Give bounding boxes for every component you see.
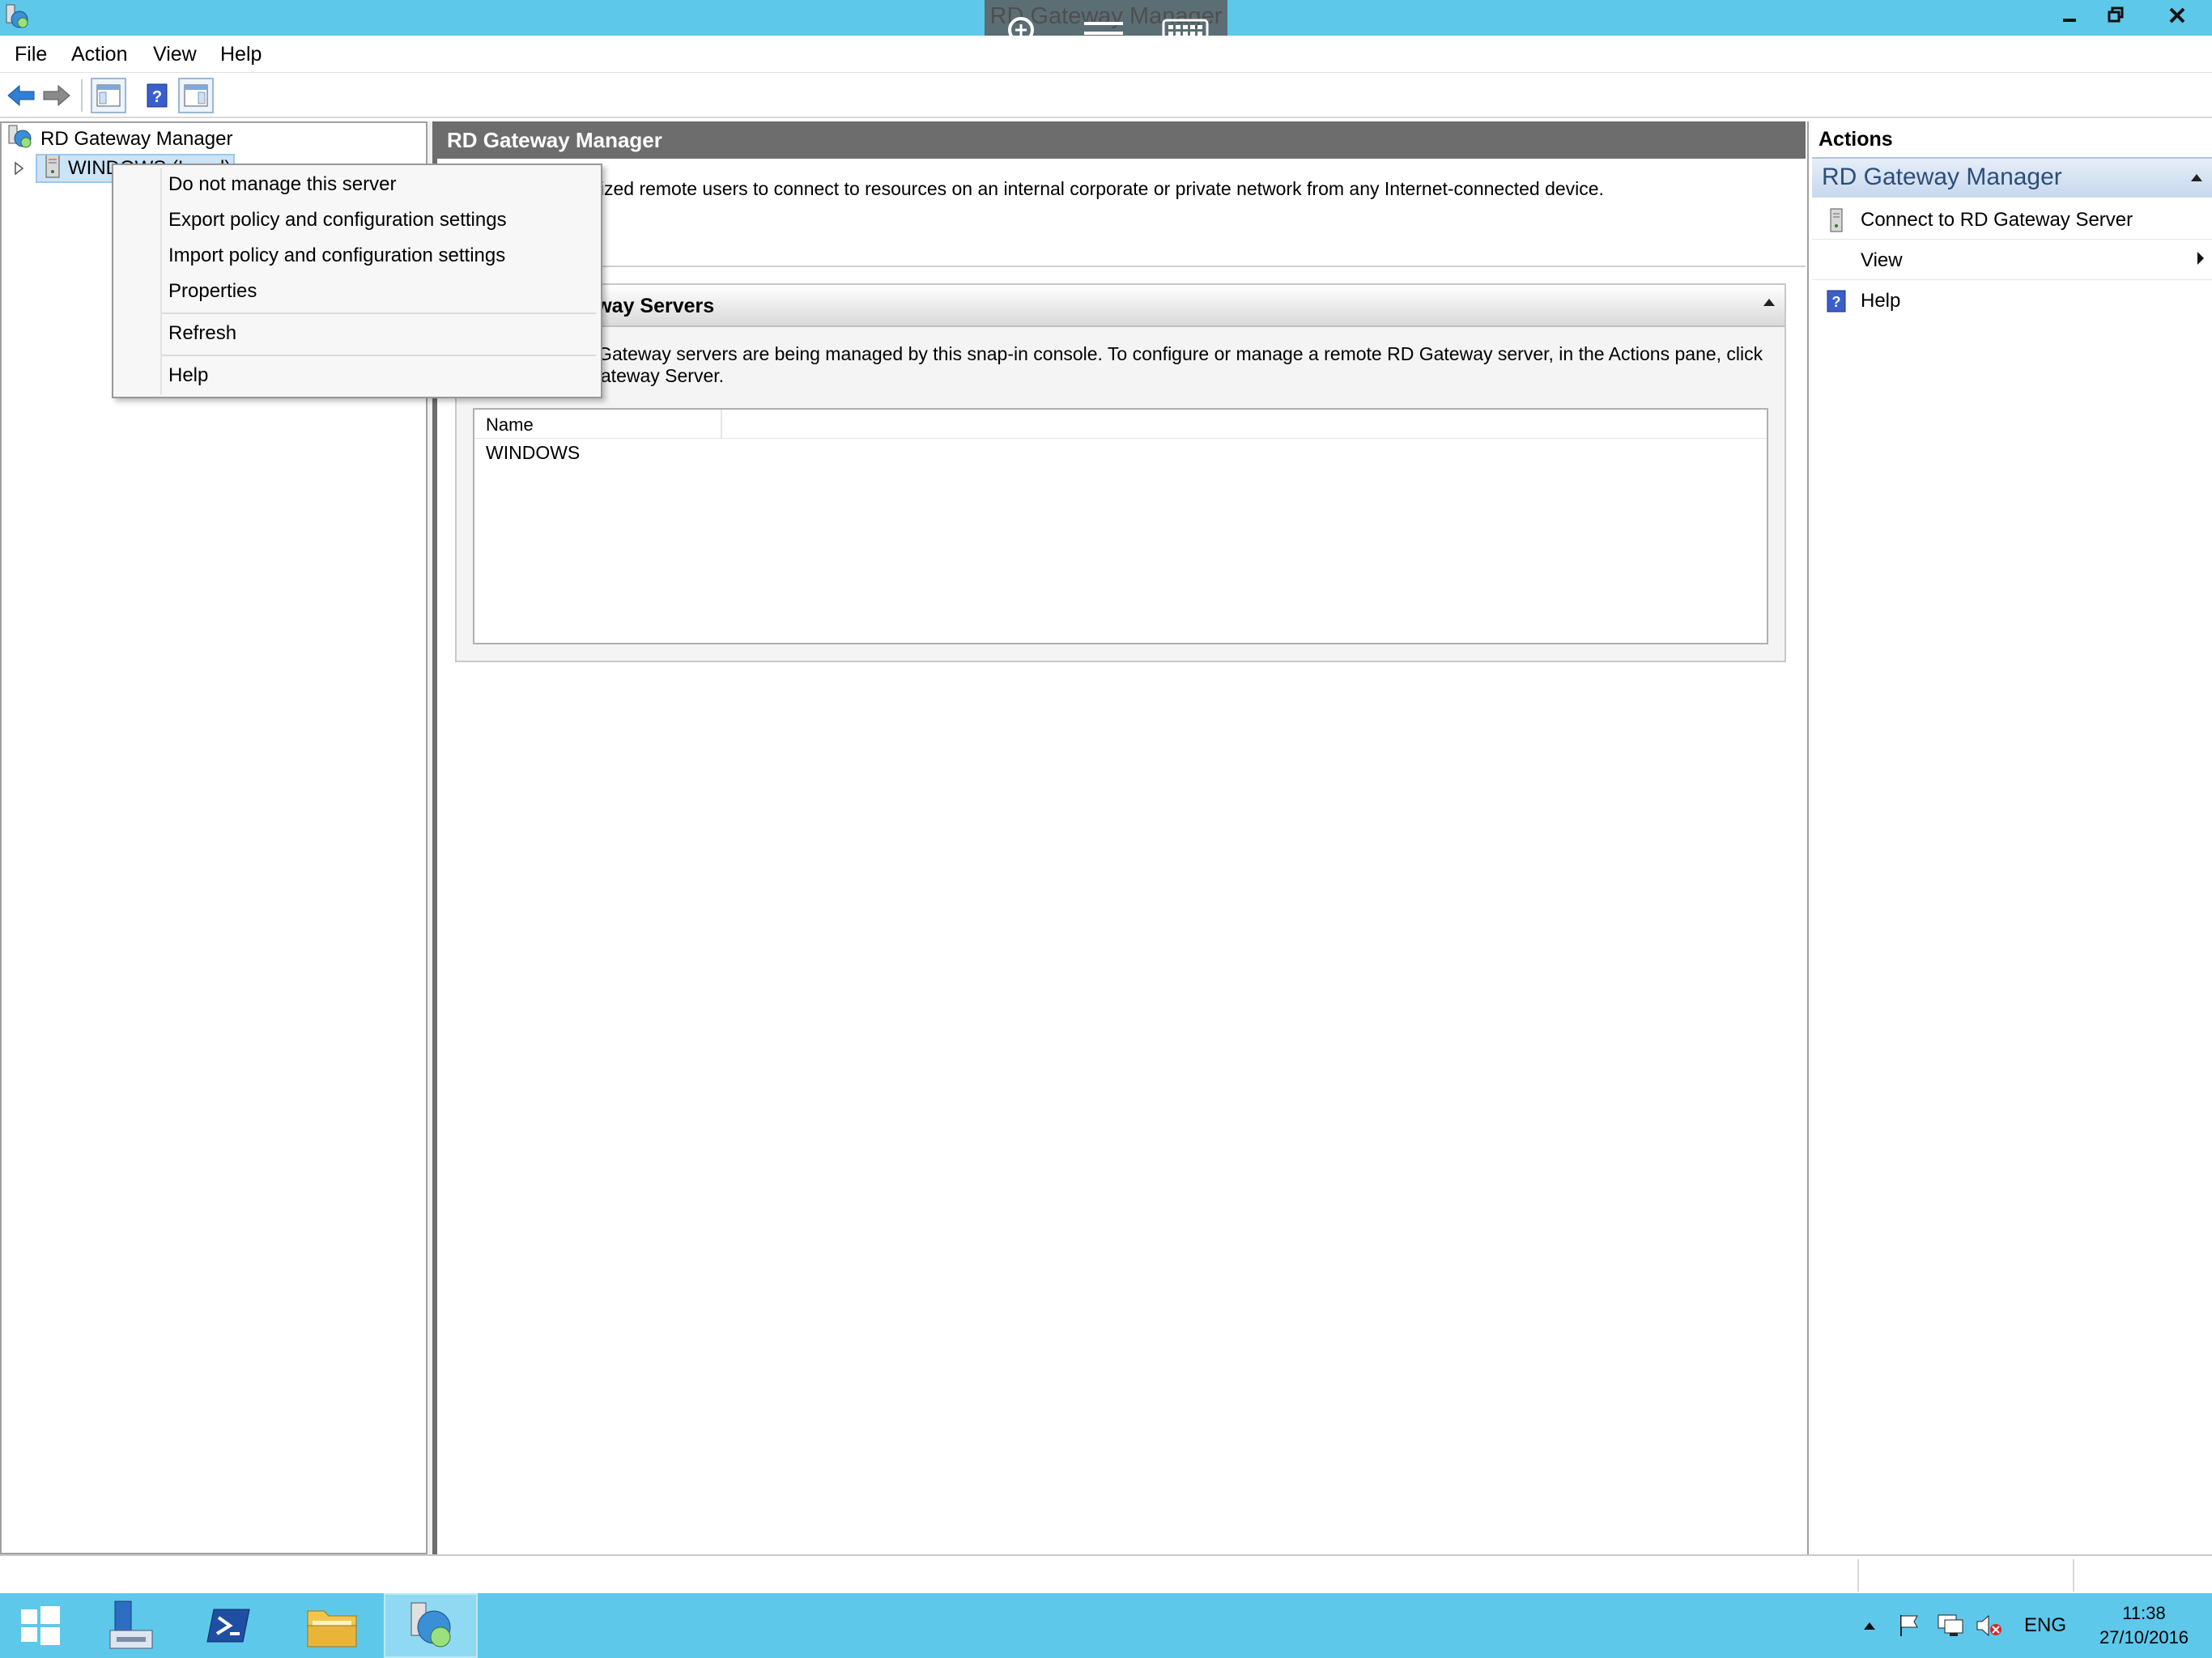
svg-text:?: ? — [152, 88, 162, 106]
action-help[interactable]: ? Help — [1812, 282, 2212, 321]
gateway-description: ay enables authorized remote users to co… — [452, 178, 1604, 199]
action-view[interactable]: View — [1812, 241, 2212, 280]
file-explorer-icon[interactable] — [285, 1593, 379, 1658]
menu-gutter — [160, 168, 162, 395]
menu-item-do-not-manage[interactable]: Do not manage this server — [168, 173, 396, 196]
status-divider — [2073, 1559, 2074, 1592]
collapse-section-icon[interactable] — [1762, 291, 1776, 312]
show-hide-console-tree-button[interactable] — [91, 78, 126, 113]
section-description-line-1: ) Gateway servers are being managed by t… — [586, 343, 1763, 364]
menu-item-import-settings[interactable]: Import policy and configuration settings — [168, 244, 505, 267]
toolbar: ? — [0, 73, 2212, 118]
actions-title: Actions — [1819, 128, 1893, 151]
actions-pane: Actions RD Gateway Manager Connect to RD… — [1807, 121, 2212, 1554]
results-pane-header: RD Gateway Manager — [437, 121, 1806, 159]
description-divider — [437, 266, 1806, 267]
rd-gateway-taskbar-icon[interactable] — [384, 1593, 478, 1658]
server-icon — [44, 155, 62, 181]
action-center-flag-icon[interactable] — [1898, 1593, 1922, 1658]
menu-item-refresh[interactable]: Refresh — [168, 322, 236, 345]
svg-text:?: ? — [1832, 294, 1841, 310]
taskbar: ENG 11:38 27/10/2016 — [0, 1593, 2212, 1658]
results-pane: RD Gateway Manager ay enables authorized… — [432, 121, 1806, 1554]
menu-item-properties[interactable]: Properties — [168, 280, 257, 303]
status-divider — [1857, 1559, 1859, 1592]
list-header: Name — [474, 410, 1767, 439]
show-hide-action-pane-button[interactable] — [178, 78, 214, 113]
list-item[interactable]: WINDOWS — [486, 442, 580, 464]
input-language[interactable]: ENG — [2024, 1593, 2066, 1658]
server-context-menu: Do not manage this server Export policy … — [112, 164, 602, 398]
clock-date: 27/10/2016 — [2099, 1627, 2189, 1647]
start-button[interactable] — [0, 1593, 81, 1658]
title-bar: RD Gateway Manager — [0, 0, 2212, 70]
action-connect-server[interactable]: Connect to RD Gateway Server — [1812, 201, 2212, 240]
section-description-line-2: Gateway Server. — [586, 365, 725, 386]
action-view-label: View — [1861, 249, 1903, 271]
tree-root-label: RD Gateway Manager — [40, 128, 233, 150]
section-header[interactable]: teway Servers — [457, 285, 1784, 327]
rd-gateway-icon — [6, 124, 34, 155]
action-connect-label: Connect to RD Gateway Server — [1861, 208, 2133, 231]
minimize-button[interactable] — [2047, 0, 2092, 31]
menu-item-export-settings[interactable]: Export policy and configuration settings — [168, 209, 507, 232]
server-manager-icon[interactable] — [84, 1593, 178, 1658]
forward-button[interactable] — [39, 78, 74, 113]
menu-action[interactable]: Action — [71, 43, 127, 66]
submenu-arrow-icon — [2196, 250, 2206, 271]
server-icon — [1812, 208, 1861, 232]
tree-item-root[interactable]: RD Gateway Manager — [6, 125, 232, 154]
tree-expand-toggle[interactable] — [13, 154, 26, 183]
section-description: ) Gateway servers are being managed by t… — [586, 343, 1776, 387]
servers-list[interactable]: Name WINDOWS — [473, 408, 1768, 644]
actions-group-label: RD Gateway Manager — [1822, 164, 2062, 190]
menu-file[interactable]: File — [15, 43, 47, 66]
back-button[interactable] — [3, 78, 39, 113]
gateway-servers-section: teway Servers ) Gateway servers are bein… — [455, 283, 1786, 662]
help-icon[interactable]: ? — [139, 78, 175, 113]
system-clock[interactable]: 11:38 27/10/2016 — [2084, 1601, 2204, 1650]
menu-item-help[interactable]: Help — [168, 364, 208, 387]
menu-help[interactable]: Help — [220, 43, 262, 66]
action-help-label: Help — [1861, 290, 1901, 312]
actions-group-header[interactable]: RD Gateway Manager — [1812, 157, 2212, 198]
help-icon: ? — [1812, 289, 1861, 313]
restore-button[interactable] — [2093, 0, 2138, 31]
status-bar — [0, 1554, 2212, 1593]
close-button[interactable] — [2149, 0, 2206, 31]
column-header-name[interactable]: Name — [474, 410, 722, 439]
toolbar-separator — [81, 79, 83, 112]
menu-separator — [162, 355, 596, 356]
menu-view[interactable]: View — [153, 43, 197, 66]
menu-bar: File Action View Help — [0, 36, 2212, 73]
clock-time: 11:38 — [2122, 1603, 2166, 1623]
menu-separator — [162, 312, 596, 314]
show-hidden-icons-icon[interactable] — [1862, 1593, 1877, 1658]
collapse-group-icon[interactable] — [2189, 167, 2204, 188]
powershell-icon[interactable] — [181, 1593, 275, 1658]
network-icon[interactable] — [1937, 1593, 1964, 1658]
volume-muted-icon[interactable] — [1976, 1593, 2003, 1658]
